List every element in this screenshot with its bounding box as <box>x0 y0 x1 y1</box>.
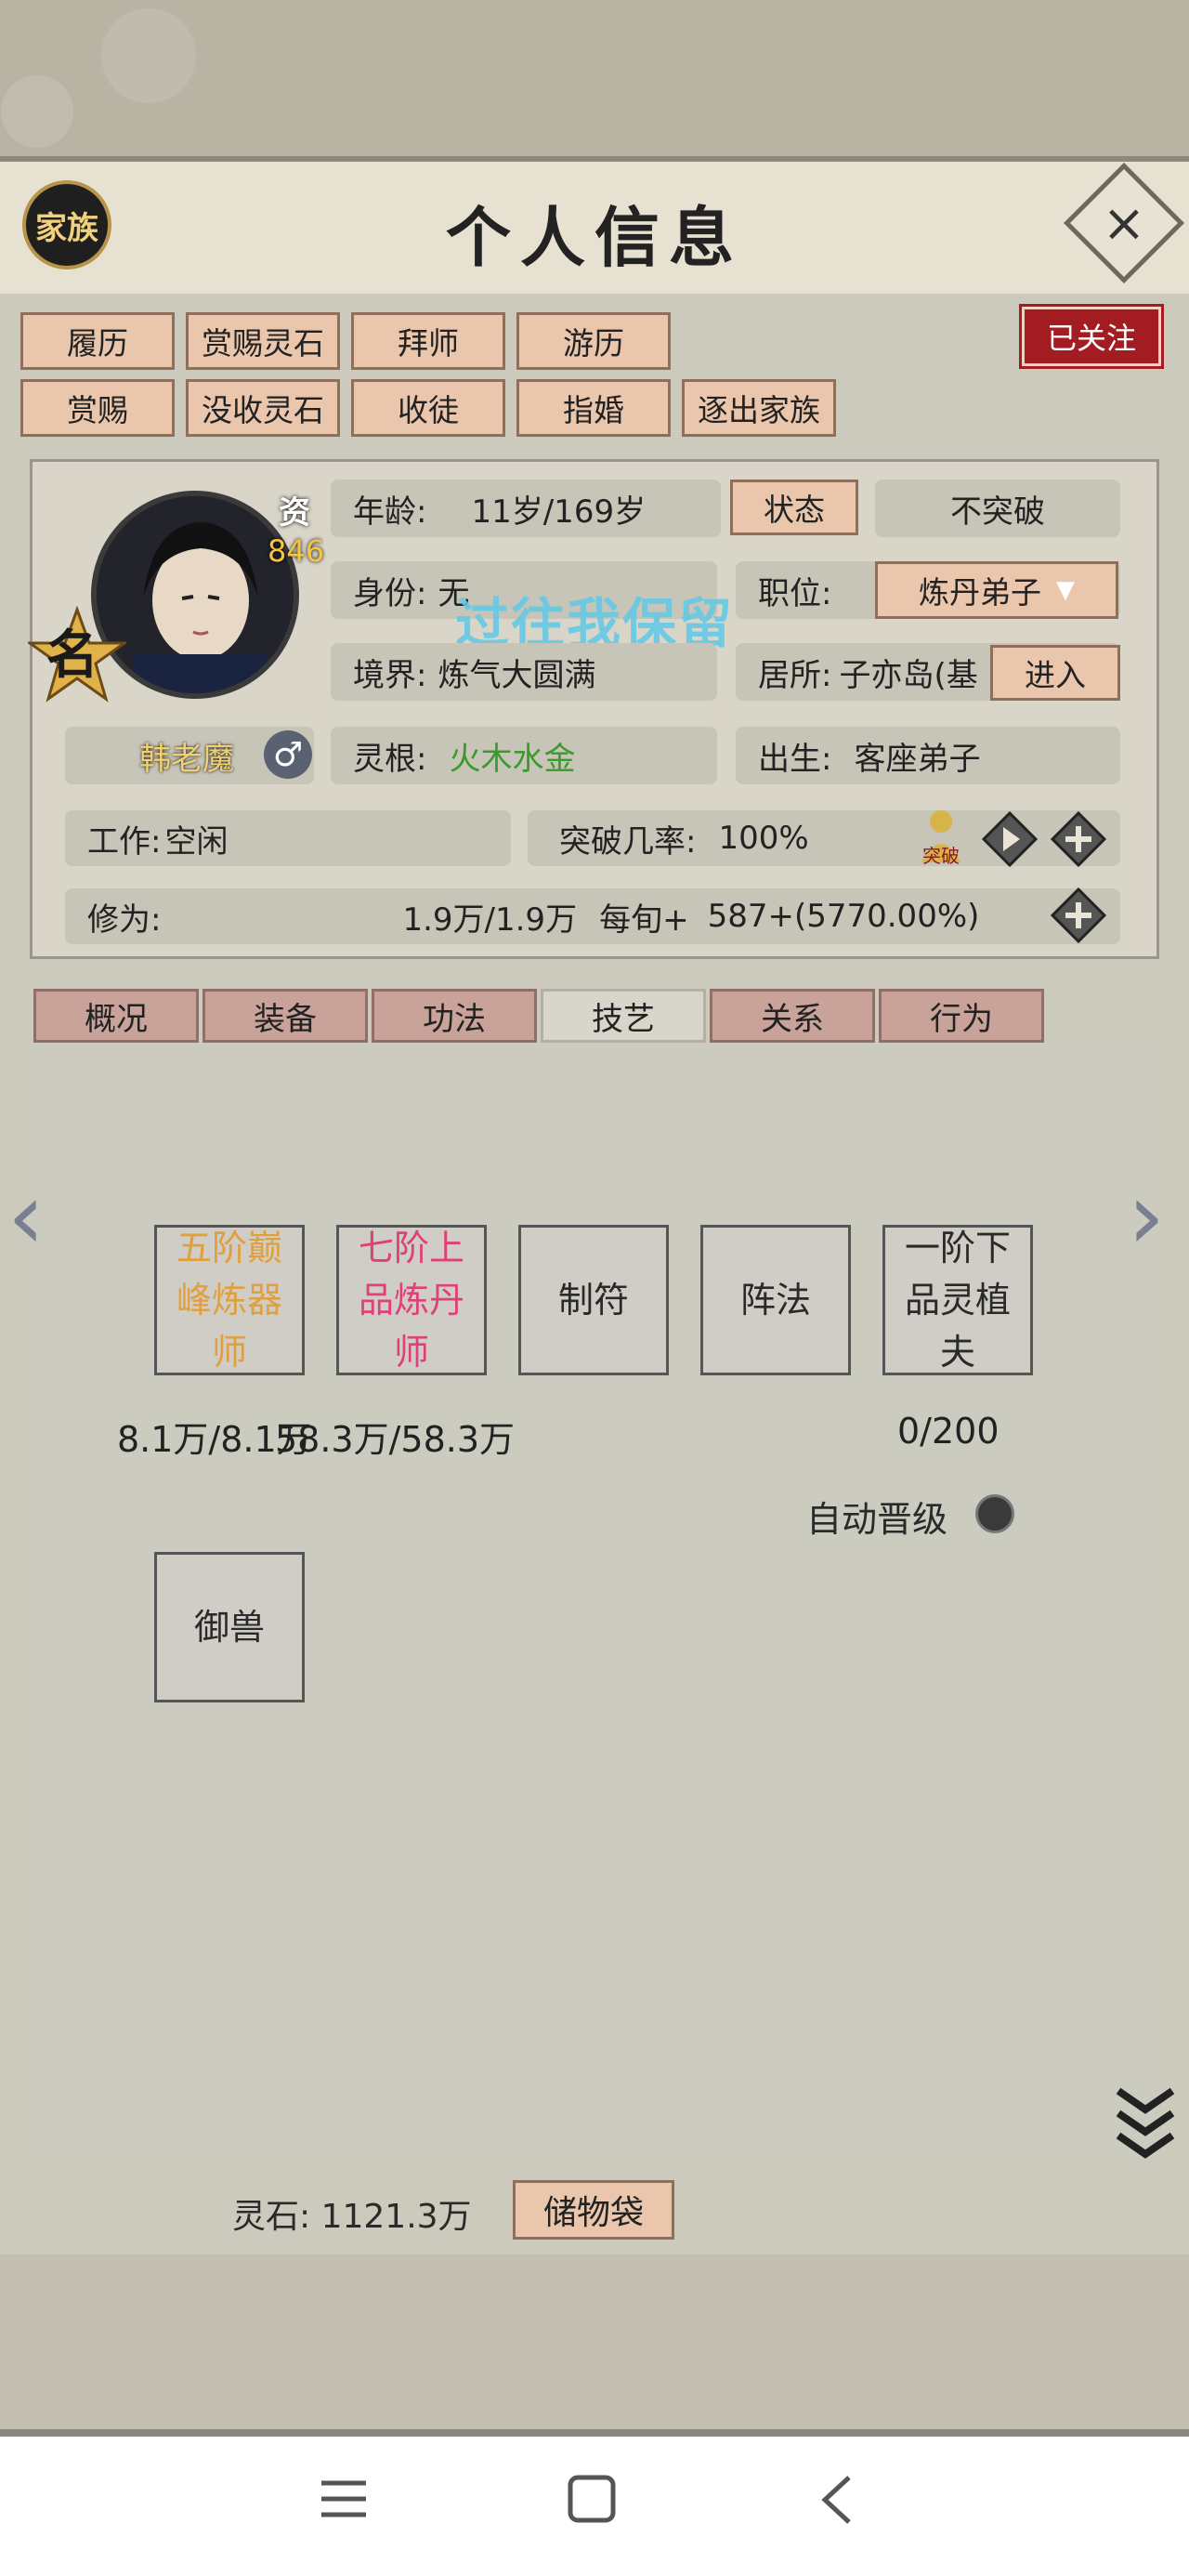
cultivation-label: 修为: <box>87 900 162 939</box>
no-breakthrough-button[interactable]: 不突破 <box>875 480 1120 537</box>
work-label: 工作: <box>87 822 162 861</box>
residence-value: 子亦岛(基 <box>839 656 978 694</box>
skill-line: 峰炼器 <box>176 1280 282 1321</box>
spirit-stone-display: 灵石: 1121.3万 <box>232 2189 472 2238</box>
skill-item[interactable]: 御兽 <box>154 1552 305 1702</box>
menu-icon[interactable] <box>320 2477 368 2520</box>
plus-icon[interactable] <box>1050 810 1107 868</box>
auto-promote-toggle[interactable] <box>975 1494 1014 1533</box>
skill-line: 夫 <box>939 1332 975 1373</box>
chevron-down-icon: ▼ <box>1056 576 1075 604</box>
cultivation-plus-icon[interactable] <box>1050 887 1107 944</box>
skill-line: 师 <box>211 1332 247 1373</box>
tab-skills[interactable]: 技艺 <box>541 989 706 1043</box>
spirit-stone-label: 灵石: <box>232 2198 311 2236</box>
confiscate-stones-button[interactable]: 没收灵石 <box>186 379 340 437</box>
skill-line: 御兽 <box>193 1607 265 1648</box>
birth-field: 出生: 客座弟子 <box>736 727 1120 784</box>
close-icon: × <box>1102 192 1146 254</box>
skill-line: 七阶上 <box>358 1228 464 1268</box>
arrange-marriage-button[interactable]: 指婚 <box>516 379 671 437</box>
auto-promote-label: 自动晋级 <box>806 1499 948 1540</box>
take-master-button[interactable]: 拜师 <box>351 312 505 370</box>
family-button[interactable]: 家族 <box>22 180 111 269</box>
skill-line: 制符 <box>557 1280 629 1321</box>
skill-progress: 0/200 <box>897 1411 1000 1452</box>
storage-bag-button[interactable]: 储物袋 <box>513 2180 674 2240</box>
top-decoration <box>0 0 1189 158</box>
root-field: 灵根: 火木水金 <box>331 727 717 784</box>
realm-label: 境界: <box>353 656 427 694</box>
reward-stones-button[interactable]: 赏赐灵石 <box>186 312 340 370</box>
break-rate-value: 100% <box>718 820 809 857</box>
per-round-label: 每旬+ <box>599 900 689 939</box>
reward-button[interactable]: 赏赐 <box>20 379 175 437</box>
break-rate-label: 突破几率: <box>559 822 697 861</box>
realm-value: 炼气大圆满 <box>438 656 596 694</box>
skill-line: 阵法 <box>739 1280 811 1321</box>
work-field: 工作: 空闲 <box>65 810 511 866</box>
age-value: 11岁/169岁 <box>471 493 647 531</box>
realm-field: 境界: 炼气大圆满 <box>331 643 717 701</box>
skill-item[interactable]: 制符 <box>518 1225 669 1375</box>
birth-label: 出生: <box>758 740 832 778</box>
tab-actions[interactable]: 行为 <box>879 989 1044 1043</box>
position-value: 炼丹弟子 <box>919 574 1041 611</box>
per-round-value: 587+(5770.00%) <box>707 898 980 935</box>
identity-label: 身份: <box>353 574 427 612</box>
root-value: 火木水金 <box>449 740 576 778</box>
follow-badge[interactable]: 已关注 <box>1019 304 1164 369</box>
rank-badge: 名 <box>46 624 98 686</box>
male-icon: ♂ <box>264 730 312 779</box>
chevron-right-icon[interactable]: › <box>1128 1162 1165 1270</box>
take-apprentice-button[interactable]: 收徒 <box>351 379 505 437</box>
skill-line: 师 <box>393 1332 429 1373</box>
work-value: 空闲 <box>164 822 229 861</box>
scroll-down-icon[interactable] <box>1113 2085 1178 2160</box>
aptitude-label: 资 <box>279 494 310 532</box>
home-icon[interactable] <box>567 2474 617 2524</box>
tab-relations[interactable]: 关系 <box>710 989 875 1043</box>
birth-value: 客座弟子 <box>854 740 981 778</box>
age-label: 年龄: <box>353 493 427 531</box>
age-field: 年龄: 11岁/169岁 <box>331 480 721 537</box>
page-title: 个人信息 <box>446 199 743 276</box>
play-arrow-icon[interactable] <box>981 810 1039 868</box>
system-navigation-bar <box>0 2437 1189 2576</box>
aptitude-value: 846 <box>268 533 325 569</box>
status-button[interactable]: 状态 <box>730 480 858 535</box>
tab-techniques[interactable]: 功法 <box>372 989 537 1043</box>
expel-button[interactable]: 逐出家族 <box>682 379 836 437</box>
skill-line: 品炼丹 <box>358 1280 464 1321</box>
skill-item[interactable]: 阵法 <box>700 1225 851 1375</box>
spirit-stone-value: 1121.3万 <box>320 2198 472 2236</box>
history-button[interactable]: 履历 <box>20 312 175 370</box>
position-label: 职位: <box>758 574 832 612</box>
tab-equipment[interactable]: 装备 <box>203 989 368 1043</box>
travel-button[interactable]: 游历 <box>516 312 671 370</box>
chevron-left-icon[interactable]: ‹ <box>7 1162 45 1270</box>
skill-progress: 58.3万/58.3万 <box>275 1419 516 1460</box>
skill-item[interactable]: 七阶上 品炼丹 师 <box>336 1225 487 1375</box>
skill-line: 品灵植 <box>904 1280 1011 1321</box>
enter-button[interactable]: 进入 <box>990 645 1120 701</box>
root-label: 灵根: <box>353 740 427 778</box>
breakthrough-icon-label: 突破 <box>922 845 960 867</box>
skill-line: 五阶巅 <box>176 1228 282 1268</box>
back-icon[interactable] <box>817 2474 855 2526</box>
skill-item[interactable]: 五阶巅 峰炼器 师 <box>154 1225 305 1375</box>
cultivation-field: 修为: 1.9万/1.9万 每旬+ 587+(5770.00%) <box>65 888 1120 944</box>
skill-item[interactable]: 一阶下 品灵植 夫 <box>882 1225 1033 1375</box>
skill-line: 一阶下 <box>904 1228 1011 1268</box>
breakthrough-icon[interactable]: 突破 <box>912 807 970 868</box>
residence-label: 居所: <box>758 656 832 694</box>
bottom-bar <box>0 2254 1189 2437</box>
position-select[interactable]: 炼丹弟子 ▼ <box>875 561 1118 619</box>
tab-overview[interactable]: 概况 <box>33 989 199 1043</box>
cultivation-value: 1.9万/1.9万 <box>402 900 578 939</box>
